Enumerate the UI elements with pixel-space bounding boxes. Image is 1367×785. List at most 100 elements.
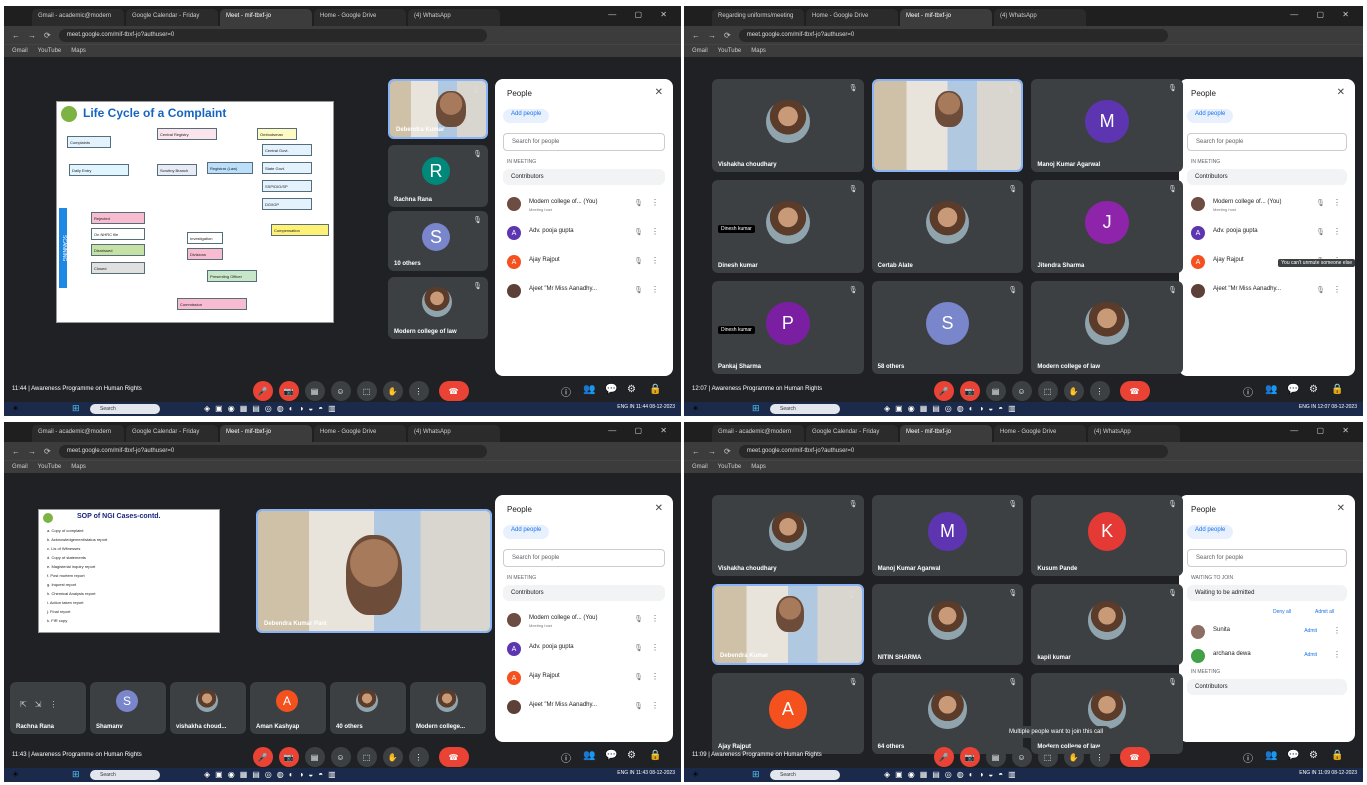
browser-tab[interactable]: Gmail - academic@modern bbox=[32, 9, 124, 26]
info-icon[interactable]: ⓘ bbox=[561, 750, 571, 765]
reload-icon[interactable]: ⟳ bbox=[44, 31, 51, 40]
start-icon[interactable]: ⊞ bbox=[72, 769, 80, 780]
browser-tab[interactable]: Home - Google Drive bbox=[806, 9, 898, 26]
contributors-group[interactable]: Contributors bbox=[503, 585, 665, 601]
add-people-button[interactable]: Add people bbox=[1187, 525, 1234, 539]
more-options-icon[interactable]: ⋮ bbox=[651, 256, 659, 265]
close-icon[interactable]: ✕ bbox=[1337, 87, 1345, 98]
forward-icon[interactable]: → bbox=[708, 31, 716, 40]
camera-off-icon[interactable]: 📷 bbox=[959, 747, 980, 767]
mic-off-icon[interactable]: 🎙 bbox=[1316, 199, 1325, 207]
mic-off-icon[interactable]: 🎤 bbox=[252, 747, 273, 767]
bookmark-youtube[interactable]: YouTube bbox=[718, 48, 742, 54]
people-icon[interactable]: 👥 bbox=[583, 384, 595, 395]
search-people-input[interactable]: Search for people bbox=[1187, 133, 1347, 151]
taskbar-search[interactable]: Search bbox=[90, 770, 160, 780]
emoji-icon[interactable]: ☺ bbox=[330, 381, 351, 401]
reload-icon[interactable]: ⟳ bbox=[724, 447, 731, 456]
browser-tab[interactable]: Home - Google Drive bbox=[314, 9, 406, 26]
deny-all-button[interactable]: Deny all bbox=[1273, 609, 1291, 615]
more-options-icon[interactable]: ⋮ bbox=[651, 672, 659, 681]
bookmark-gmail[interactable]: Gmail bbox=[12, 464, 28, 470]
more-options-icon[interactable]: ⋮ bbox=[1089, 747, 1110, 767]
contributors-group[interactable]: Contributors bbox=[503, 169, 665, 185]
captions-icon[interactable]: ▤ bbox=[985, 747, 1006, 767]
browser-tab[interactable]: (4) WhatsApp bbox=[1088, 425, 1180, 442]
more-options-icon[interactable]: ⋮ bbox=[1333, 285, 1341, 294]
info-icon[interactable]: ⓘ bbox=[561, 384, 571, 399]
browser-tab[interactable]: Gmail - academic@modern bbox=[32, 425, 124, 442]
add-people-button[interactable]: Add people bbox=[1187, 109, 1234, 123]
admit-button[interactable]: Admit bbox=[1304, 628, 1317, 634]
forward-icon[interactable]: → bbox=[28, 31, 36, 40]
emoji-icon[interactable]: ☺ bbox=[1011, 381, 1032, 401]
end-call-icon[interactable]: ☎ bbox=[1119, 747, 1150, 767]
browser-tab[interactable]: Gmail - academic@modern bbox=[712, 425, 804, 442]
back-icon[interactable]: ← bbox=[12, 447, 20, 456]
start-icon[interactable]: ⊞ bbox=[752, 769, 760, 780]
more-options-icon[interactable]: ⋮ bbox=[1333, 227, 1341, 236]
activities-icon[interactable]: ⚙ bbox=[627, 384, 636, 395]
mic-off-icon[interactable]: 🎙 bbox=[634, 257, 643, 265]
browser-tab[interactable]: (4) WhatsApp bbox=[994, 9, 1086, 26]
present-icon[interactable]: ⬚ bbox=[356, 747, 377, 767]
more-options-icon[interactable]: ⋮ bbox=[1333, 626, 1341, 635]
pinned-apps[interactable]: ◈▣◉▦▤◎◍◐◑◒◓▥ bbox=[204, 770, 341, 779]
bookmark-gmail[interactable]: Gmail bbox=[692, 464, 708, 470]
browser-tab[interactable]: (4) WhatsApp bbox=[408, 425, 500, 442]
info-icon[interactable]: ⓘ bbox=[1243, 384, 1253, 399]
browser-tab[interactable]: Regarding uniforms/meeting bbox=[712, 9, 804, 26]
pinned-apps[interactable]: ◈▣◉▦▤◎◍◐◑◒◓▥ bbox=[204, 404, 341, 413]
pinned-apps[interactable]: ◈▣◉▦▤◎◍◐◑◒◓▥ bbox=[884, 770, 1021, 779]
tile-controls[interactable]: ⇱⇲⋮ bbox=[20, 700, 65, 709]
chat-icon[interactable]: 💬 bbox=[605, 384, 617, 395]
close-icon[interactable]: ✕ bbox=[655, 87, 663, 98]
reload-icon[interactable]: ⟳ bbox=[44, 447, 51, 456]
mic-off-icon[interactable]: 🎙 bbox=[634, 615, 643, 623]
host-controls-icon[interactable]: 🔒 bbox=[649, 750, 661, 761]
camera-off-icon[interactable]: 📷 bbox=[278, 381, 299, 401]
host-controls-icon[interactable]: 🔒 bbox=[1331, 750, 1343, 761]
present-icon[interactable]: ⬚ bbox=[1037, 381, 1058, 401]
raise-hand-icon[interactable]: ✋ bbox=[1063, 381, 1084, 401]
mic-off-icon[interactable]: 🎙 bbox=[1316, 228, 1325, 236]
people-icon[interactable]: 👥 bbox=[1265, 750, 1277, 761]
bookmark-gmail[interactable]: Gmail bbox=[12, 48, 28, 54]
end-call-icon[interactable]: ☎ bbox=[438, 747, 469, 767]
window-controls[interactable]: — ▢ ✕ bbox=[1290, 10, 1357, 19]
window-controls[interactable]: — ▢ ✕ bbox=[608, 10, 675, 19]
taskbar-search[interactable]: Search bbox=[90, 404, 160, 414]
forward-icon[interactable]: → bbox=[28, 447, 36, 456]
pinned-apps[interactable]: ◈▣◉▦▤◎◍◐◑◒◓▥ bbox=[884, 404, 1021, 413]
more-options-icon[interactable]: ⋮ bbox=[408, 381, 429, 401]
back-icon[interactable]: ← bbox=[692, 31, 700, 40]
emoji-icon[interactable]: ☺ bbox=[1011, 747, 1032, 767]
captions-icon[interactable]: ▤ bbox=[304, 747, 325, 767]
captions-icon[interactable]: ▤ bbox=[985, 381, 1006, 401]
browser-tab[interactable]: Meet - mif-tbxf-jo bbox=[220, 425, 312, 442]
search-people-input[interactable]: Search for people bbox=[1187, 549, 1347, 567]
activities-icon[interactable]: ⚙ bbox=[627, 750, 636, 761]
browser-tab[interactable]: Meet - mif-tbxf-jo bbox=[900, 9, 992, 26]
back-icon[interactable]: ← bbox=[12, 31, 20, 40]
more-options-icon[interactable]: ⋮ bbox=[651, 285, 659, 294]
more-options-icon[interactable]: ⋮ bbox=[408, 747, 429, 767]
raise-hand-icon[interactable]: ✋ bbox=[382, 381, 403, 401]
mic-off-icon[interactable]: 🎙 bbox=[634, 644, 643, 652]
add-people-button[interactable]: Add people bbox=[503, 525, 550, 539]
browser-tab[interactable]: Google Calendar - Friday bbox=[126, 9, 218, 26]
browser-tab[interactable]: Meet - mif-tbxf-jo bbox=[220, 9, 312, 26]
present-icon[interactable]: ⬚ bbox=[356, 381, 377, 401]
waiting-group[interactable]: Waiting to be admitted bbox=[1187, 585, 1347, 601]
host-controls-icon[interactable]: 🔒 bbox=[1331, 384, 1343, 395]
end-call-icon[interactable]: ☎ bbox=[438, 381, 469, 401]
more-options-icon[interactable]: ⋮ bbox=[1333, 650, 1341, 659]
bookmark-gmail[interactable]: Gmail bbox=[692, 48, 708, 54]
bookmark-youtube[interactable]: YouTube bbox=[38, 464, 62, 470]
bookmark-maps[interactable]: Maps bbox=[71, 48, 86, 54]
mic-off-icon[interactable]: 🎤 bbox=[252, 381, 273, 401]
browser-tab[interactable]: Home - Google Drive bbox=[314, 425, 406, 442]
chat-icon[interactable]: 💬 bbox=[605, 750, 617, 761]
bookmark-maps[interactable]: Maps bbox=[751, 464, 766, 470]
more-options-icon[interactable]: ⋮ bbox=[1089, 381, 1110, 401]
